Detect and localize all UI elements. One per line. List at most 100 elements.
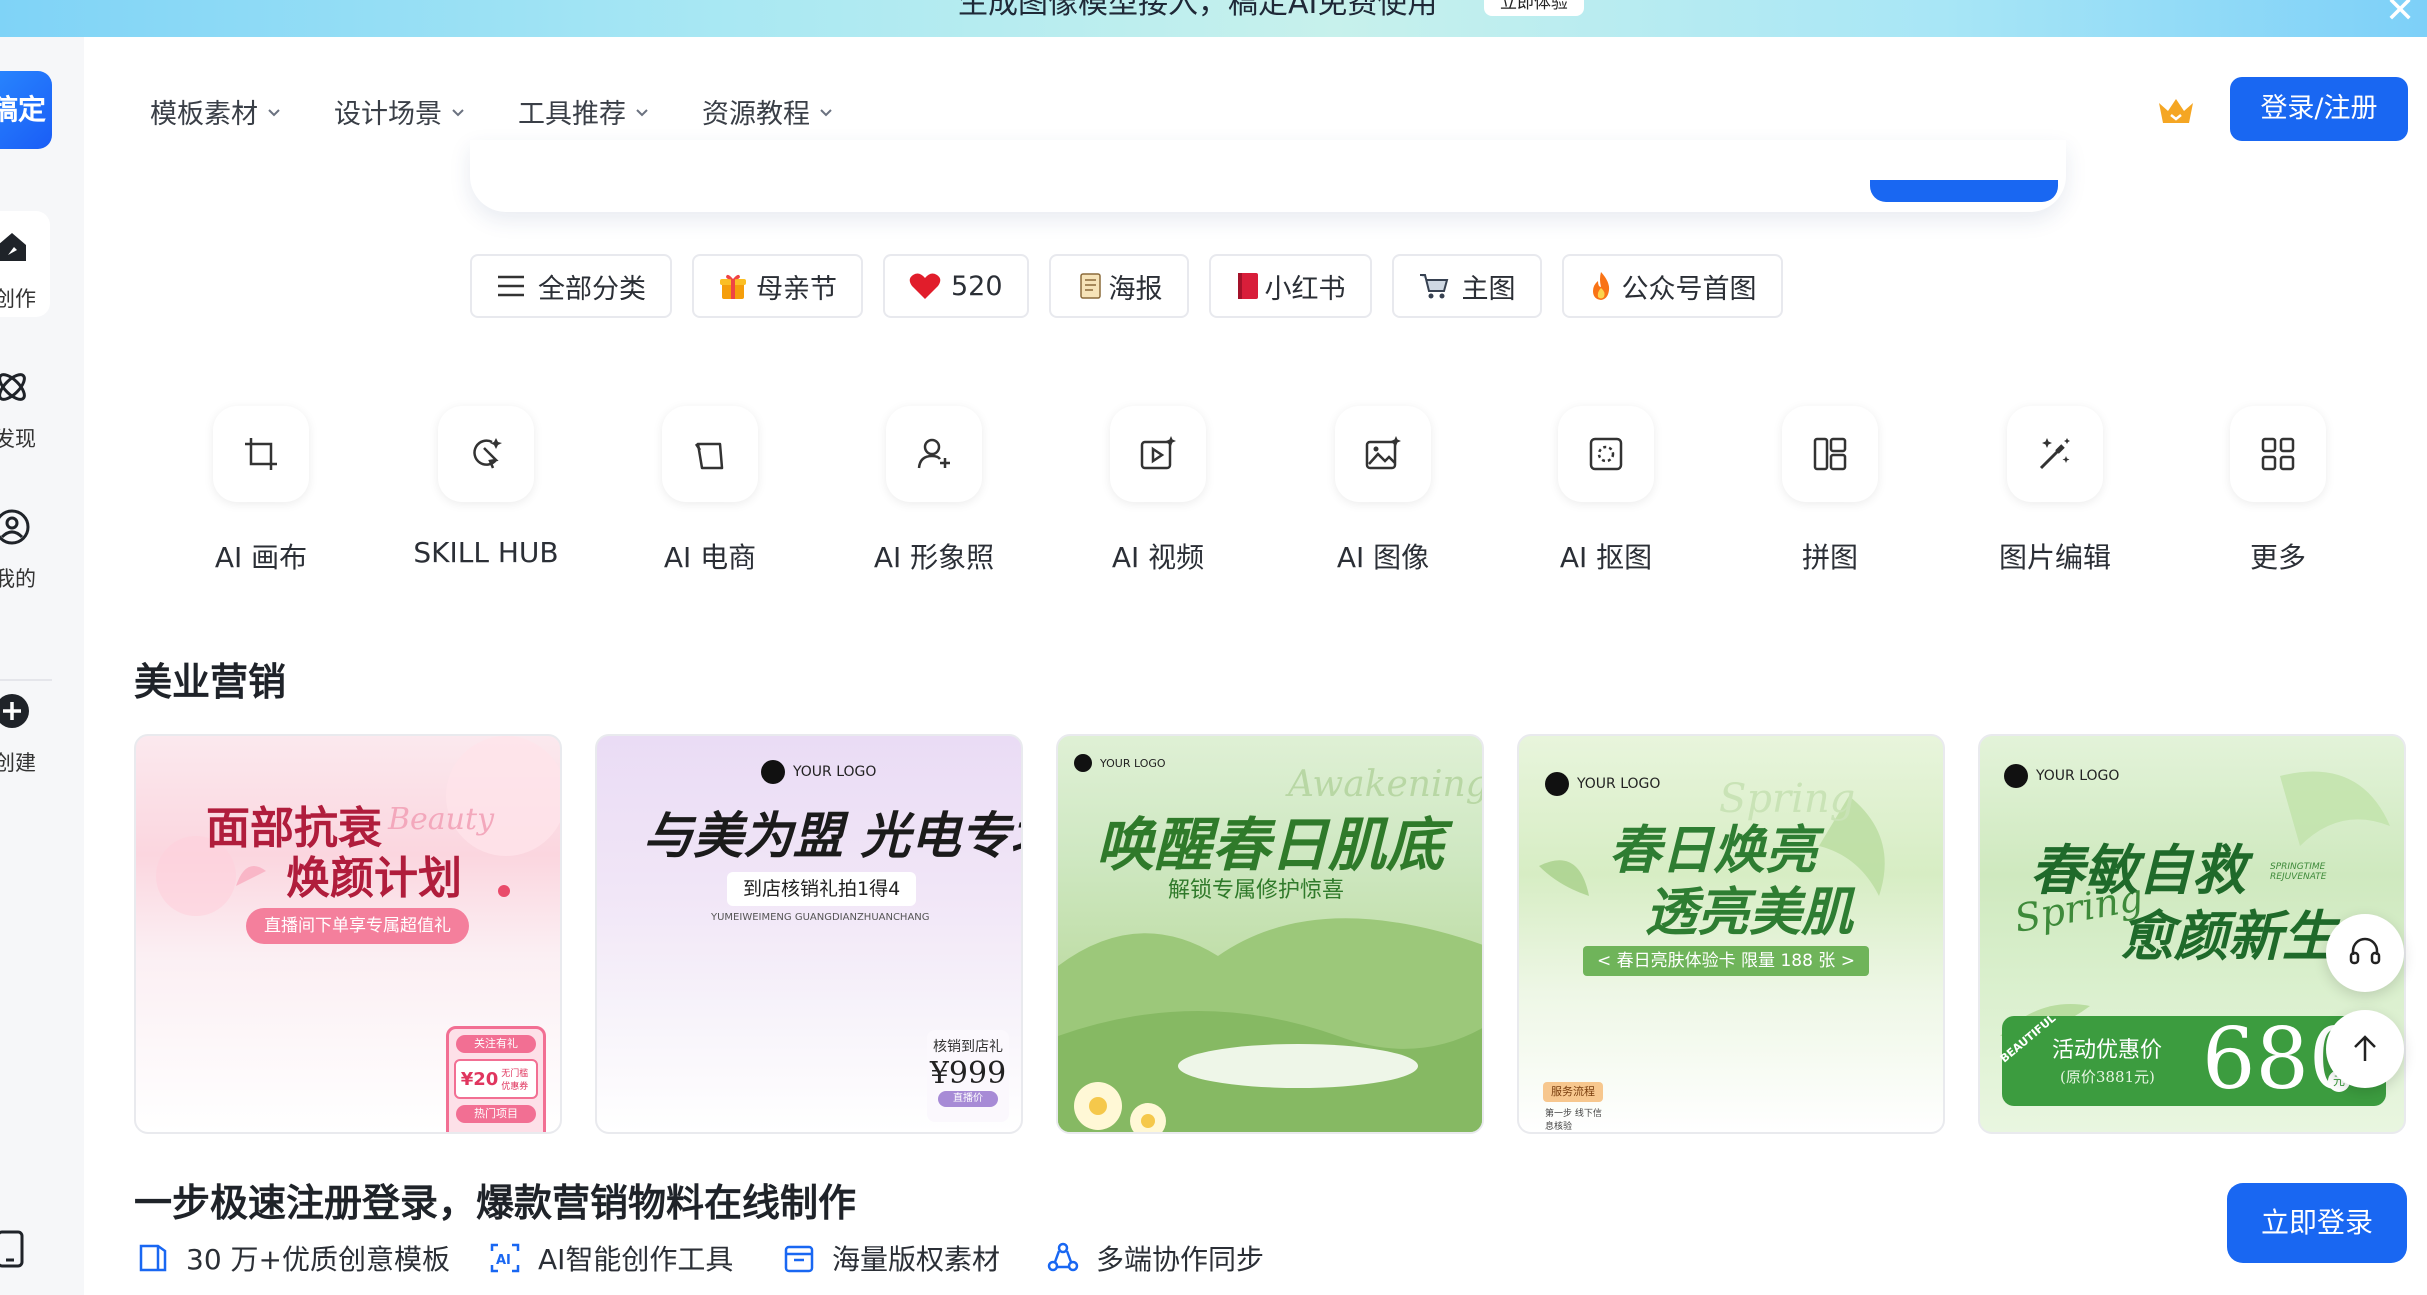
menu-icon [498,275,524,297]
vip-crown-icon[interactable] [2156,95,2196,127]
register-title: 一步极速注册登录，爆款营销物料在线制作 [134,1181,857,1225]
tool-label: AI 抠图 [1559,541,1653,574]
search-bar[interactable] [470,140,2066,212]
chip-wechat-cover[interactable]: 公众号首图 [1561,254,1783,318]
chip-all-categories[interactable]: 全部分类 [470,254,672,318]
nav-resources[interactable]: 资源教程 [702,92,834,131]
discover-icon [0,373,26,401]
feature-label: 海量版权素材 [832,1243,1001,1276]
promo-banner: 生成图像模型接入，稿定AI免费使用 立即体验 ✕ [0,0,2427,37]
chip-label: 母亲节 [756,273,837,305]
headset-icon [2349,937,2381,965]
tool-label: AI 视频 [1111,541,1205,574]
feature-sync: 多端协作同步 [1046,1238,1264,1278]
promo-try-button[interactable]: 立即体验 [1484,0,1584,16]
feature-label: 多端协作同步 [1096,1243,1265,1276]
chip-label: 海报 [1108,273,1163,305]
sidebar: 稿定 创作 发现 我的 创建 [0,37,84,1295]
sidebar-item-label: 发现 [0,427,36,451]
cutout-icon [1589,437,1623,471]
nav-tools[interactable]: 工具推荐 [518,92,650,131]
chip-label: 公众号首图 [1621,273,1757,305]
brand-logo[interactable]: 稿定 [0,71,52,149]
store-icon [784,1245,814,1273]
gift-icon [720,274,746,299]
tool-collage[interactable]: 拼图 [1740,406,1920,576]
card-logo: YOUR LOGO [1545,772,1660,796]
magic-wand-icon [2039,438,2070,470]
close-icon[interactable]: ✕ [2385,0,2415,31]
customer-service-button[interactable] [2326,914,2404,992]
heart-icon [909,273,941,299]
sidebar-item-label: 我的 [0,567,36,591]
tool-ai-ecommerce[interactable]: AI 电商 [620,406,800,576]
top-nav: 模板素材 设计场景 工具推荐 资源教程 [150,92,886,131]
template-card[interactable]: 面部抗衰 焕颜计划 Beauty 直播间下单享专属超值礼 关注有礼 ¥20 无门… [134,734,562,1134]
chip-label: 全部分类 [538,273,646,305]
card-title: 与美为盟 光电专场 [643,806,1023,865]
card-title: 透亮美肌 [1645,882,1854,943]
tool-ai-video[interactable]: AI 视频 [1068,406,1248,576]
grid-more-icon [2261,437,2295,471]
ai-tool-icon: AI [490,1243,520,1273]
tool-label: SKILL HUB [413,536,559,569]
chevron-down-icon [452,108,464,116]
tool-label: AI 形象照 [873,541,995,574]
template-card[interactable]: YOUR LOGO Awakening 唤醒春日肌底 解锁专属修护惊喜 [1056,734,1484,1134]
tool-more[interactable]: 更多 [2188,406,2368,576]
tool-label: AI 图像 [1336,541,1430,574]
sync-icon [1047,1242,1079,1272]
collage-icon [1813,437,1847,471]
card-en-note: SPRINGTIME REJUVENATE [2270,862,2327,882]
nav-templates[interactable]: 模板素材 [150,92,282,131]
template-card[interactable]: YOUR LOGO 与美为盟 光电专场 到店核销礼拍1得4 YUMEIWEIME… [595,734,1023,1134]
tool-skill-hub[interactable]: SKILL HUB [396,406,576,569]
search-button[interactable] [1870,180,2058,202]
chip-520[interactable]: 520 [883,254,1029,318]
chevron-down-icon [268,108,280,116]
card-sub: 到店核销礼拍1得4 [727,872,917,906]
tool-ai-portrait[interactable]: AI 形象照 [844,406,1024,576]
chip-xiaohongshu[interactable]: 小红书 [1208,254,1372,318]
nav-label: 工具推荐 [518,99,626,130]
shopping-bag-icon [694,442,724,470]
scroll-icon [1079,273,1101,299]
tool-ai-cutout[interactable]: AI 抠图 [1516,406,1696,576]
svg-text:AI: AI [496,1253,511,1268]
nav-scenes[interactable]: 设计场景 [334,92,466,131]
chip-poster[interactable]: 海报 [1048,254,1189,318]
chip-main-image[interactable]: 主图 [1391,254,1542,318]
chevron-down-icon [636,108,648,116]
image-icon [1365,436,1401,470]
sidebar-divider [0,679,52,681]
template-card[interactable]: YOUR LOGO Spring 春日焕亮 透亮美肌 < 春日亮肤体验卡 限量 … [1517,734,1945,1134]
chip-mothers-day[interactable]: 母亲节 [692,254,863,318]
tool-image-edit[interactable]: 图片编辑 [1965,406,2145,576]
feature-ai-tools: AI AI智能创作工具 [488,1238,733,1278]
back-to-top-button[interactable] [2326,1010,2404,1088]
tablet-icon[interactable] [0,1229,28,1269]
login-register-button[interactable]: 登录/注册 [2230,77,2408,141]
card-sub: < 春日亮肤体验卡 限量 188 张 > [1583,946,1869,976]
feature-assets: 海量版权素材 [782,1238,1000,1278]
card-logo: YOUR LOGO [761,760,876,784]
skill-hub-icon [473,438,502,469]
card-title: 愈颜新生 [2120,904,2336,968]
login-now-button[interactable]: 立即登录 [2227,1183,2407,1263]
card-script: Beauty [388,802,495,837]
home-create-icon [0,233,26,261]
tool-label: 更多 [2249,541,2306,574]
chip-label: 520 [951,270,1003,302]
red-book-icon [1237,273,1258,299]
card-pinyin: YUMEIWEIMENG GUANGDIANZHUANCHANG [711,912,930,923]
nav-label: 模板素材 [150,99,258,130]
tool-label: AI 电商 [663,541,757,574]
sidebar-item-label: 创作 [0,287,36,311]
tool-ai-image[interactable]: AI 图像 [1293,406,1473,576]
fire-icon [1592,272,1609,300]
feature-label: 30 万+优质创意模板 [186,1243,450,1276]
promo-text: 生成图像模型接入，稿定AI免费使用 [958,0,1438,21]
tool-ai-canvas[interactable]: AI 画布 [171,406,351,576]
card-pill: 直播间下单享专属超值礼 [246,908,469,944]
portrait-icon [917,438,950,469]
